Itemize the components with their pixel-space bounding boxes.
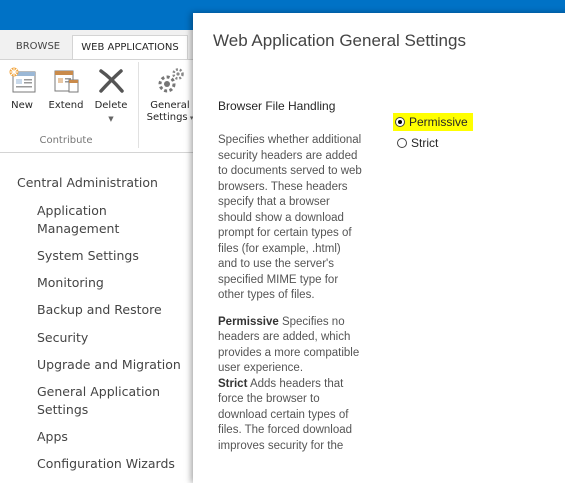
radio-selected-icon[interactable] <box>395 117 405 127</box>
radio-strict-label: Strict <box>411 136 439 150</box>
permissive-term: Permissive <box>218 315 279 328</box>
dialog-title: Web Application General Settings <box>213 31 466 50</box>
chevron-down-icon: ▼ <box>108 115 114 123</box>
nav-item-security[interactable]: Security <box>37 329 187 347</box>
description-paragraph: Specifies whether additional security he… <box>218 134 362 301</box>
strict-term: Strict <box>218 377 248 390</box>
extend-button[interactable]: Extend <box>48 66 84 112</box>
tab-browse[interactable]: BROWSE <box>10 35 66 59</box>
extend-web-app-icon <box>54 70 79 93</box>
general-settings-label-line1: General <box>150 100 190 111</box>
extend-button-label: Extend <box>48 100 84 111</box>
delete-button-label: Delete <box>94 100 128 111</box>
nav-item-backup-and-restore[interactable]: Backup and Restore <box>37 301 187 319</box>
nav-item-upgrade-and-migration[interactable]: Upgrade and Migration <box>37 356 187 374</box>
new-button[interactable]: New <box>6 66 38 112</box>
nav-item-system-settings[interactable]: System Settings <box>37 247 187 265</box>
new-web-app-icon <box>9 67 36 93</box>
radio-permissive[interactable]: Permissive <box>393 113 473 131</box>
section-title: Browser File Handling <box>218 99 336 113</box>
delete-button[interactable]: Delete ▼ <box>92 66 130 125</box>
nav-item-application-management[interactable]: Application Management <box>37 202 187 238</box>
radio-strict[interactable]: Strict <box>397 134 438 152</box>
gear-icon <box>158 68 184 93</box>
radio-unselected-icon[interactable] <box>397 138 407 148</box>
ribbon-group-contribute: Contribute <box>39 135 93 146</box>
general-settings-button[interactable]: General Settings ▾ <box>144 66 196 124</box>
nav-item-monitoring[interactable]: Monitoring <box>37 274 187 292</box>
nav-central-administration[interactable]: Central Administration <box>17 175 158 190</box>
radio-permissive-label: Permissive <box>409 115 468 129</box>
section-description: Specifies whether additional security he… <box>218 133 363 465</box>
delete-x-icon <box>99 69 124 93</box>
ribbon-group-divider <box>138 62 139 148</box>
general-settings-label-line2: Settings <box>146 112 188 123</box>
options-explanation: Permissive Specifies no headers are adde… <box>218 315 363 455</box>
nav-item-configuration-wizards[interactable]: Configuration Wizards <box>37 455 187 473</box>
new-button-label: New <box>11 100 33 111</box>
tab-web-applications[interactable]: WEB APPLICATIONS <box>72 35 188 60</box>
nav-item-general-application-settings[interactable]: General Application Settings <box>37 383 172 419</box>
settings-dialog: Web Application General Settings Browser… <box>193 13 565 483</box>
nav-item-apps[interactable]: Apps <box>37 428 187 446</box>
